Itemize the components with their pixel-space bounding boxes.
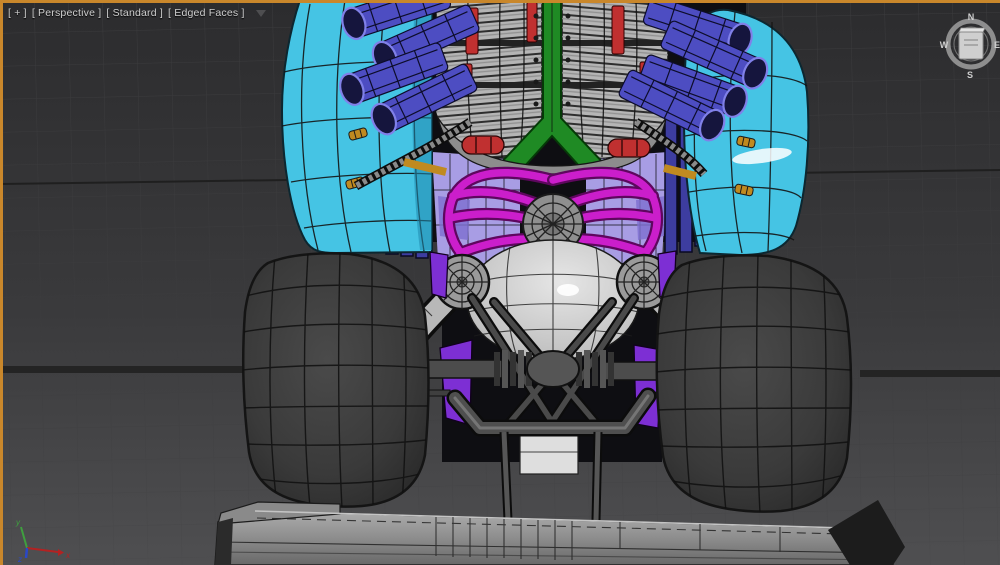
viewcube-cube[interactable]	[958, 27, 986, 60]
viewport-menu-general[interactable]: [ + ]	[8, 7, 27, 19]
viewport-menu-edged-faces[interactable]: [ Edged Faces ]	[168, 7, 245, 19]
viewport-menu-shading[interactable]: [ Standard ]	[106, 7, 163, 19]
viewcube-east[interactable]: E	[994, 40, 1000, 50]
differential-case	[526, 350, 580, 388]
dome-highlight	[557, 284, 579, 296]
rear-axle-left-segment	[0, 366, 250, 373]
active-viewport-border-top	[0, 0, 1000, 3]
viewport-menu-pov[interactable]: [ Perspective ]	[32, 7, 102, 19]
viewport-label-caret-icon	[255, 9, 266, 17]
viewport-scene[interactable]: N W S E y x z	[0, 0, 1000, 565]
right-rear-tire[interactable]	[655, 254, 853, 513]
viewcube-south[interactable]: S	[967, 70, 973, 80]
viewcube-north[interactable]: N	[968, 12, 975, 22]
3d-viewport[interactable]: N W S E y x z [ + ] [ Perspective ] [ St…	[0, 0, 1000, 565]
left-rear-tire[interactable]	[241, 252, 430, 508]
active-viewport-border-left	[0, 0, 3, 565]
rear-axle-right-segment	[860, 370, 1000, 377]
axis-label-z: z	[17, 555, 22, 564]
axle-tube-left	[427, 359, 503, 379]
viewcube-west[interactable]: W	[940, 40, 949, 50]
viewport-label: [ + ] [ Perspective ] [ Standard ] [ Edg…	[8, 7, 266, 19]
